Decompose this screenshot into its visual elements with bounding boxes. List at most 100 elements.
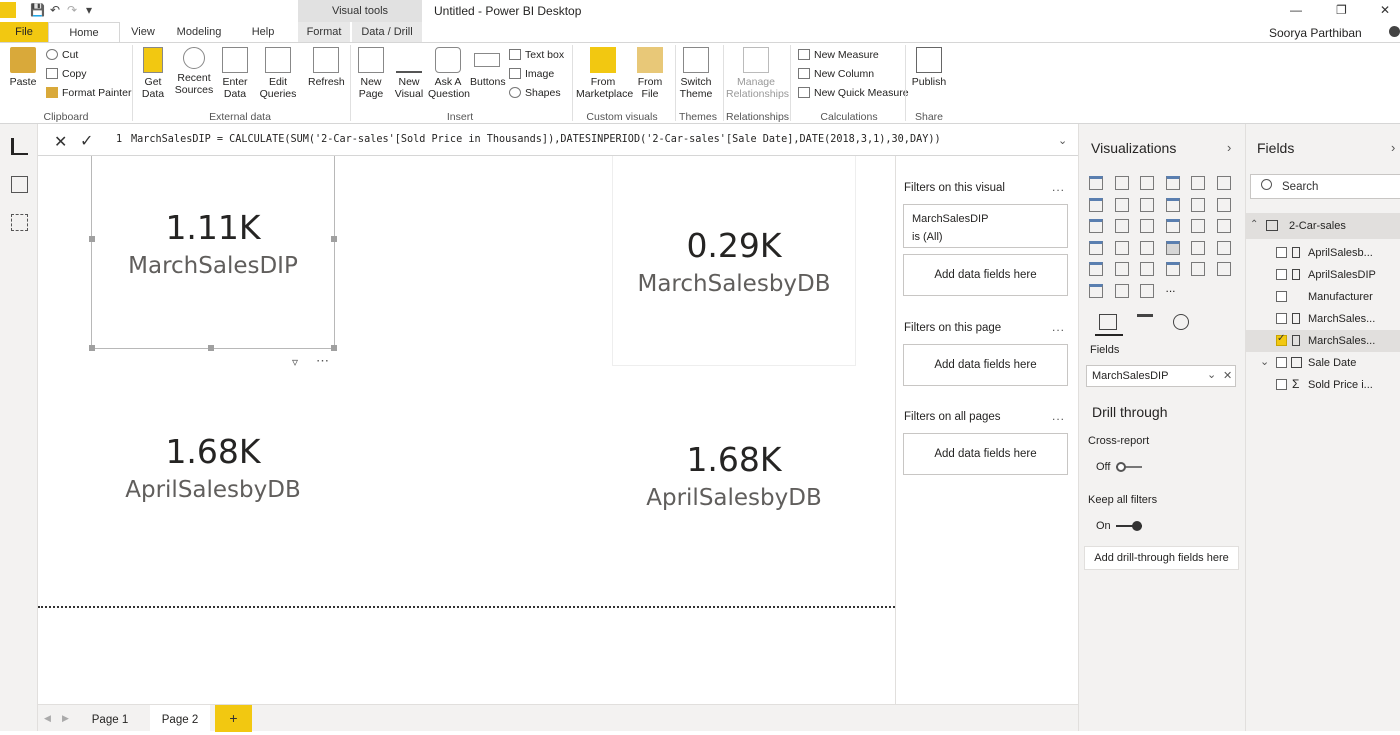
image-button[interactable]: Image [509, 68, 554, 80]
pie-visual-icon[interactable] [1165, 219, 1180, 233]
tab-file[interactable]: File [0, 22, 48, 42]
donut-visual-icon[interactable] [1191, 219, 1205, 233]
keep-filters-toggle[interactable] [1116, 521, 1142, 531]
report-canvas[interactable]: ▿ ⋯ 1.11K MarchSalesDIP 0.29K MarchSales… [38, 156, 895, 704]
copy-button[interactable]: Copy [46, 68, 87, 80]
slicer-visual-icon[interactable] [1089, 262, 1103, 276]
manage-relationships-button[interactable]: Manage Relationships [726, 47, 789, 100]
field-checkbox[interactable] [1276, 357, 1287, 368]
help-icon[interactable] [1389, 26, 1400, 37]
card-visual-icon[interactable] [1165, 240, 1180, 255]
new-measure-button[interactable]: New Measure [798, 49, 879, 61]
field-sold-price[interactable]: Σ Sold Price i... [1246, 374, 1400, 396]
tab-home[interactable]: Home [48, 22, 120, 42]
buttons-button[interactable]: Buttons [470, 47, 506, 88]
funnel-visual-icon[interactable] [1114, 219, 1129, 233]
chevron-up-icon[interactable]: ⌃ [1250, 219, 1258, 230]
scatter-visual-icon[interactable] [1140, 219, 1154, 233]
custom-1-visual-icon[interactable] [1089, 283, 1103, 298]
shapes-button[interactable]: Shapes [509, 87, 561, 99]
cross-report-toggle[interactable] [1116, 462, 1142, 472]
switch-theme-button[interactable]: Switch Theme [678, 47, 714, 100]
line-clustered-visual-icon[interactable] [1191, 197, 1205, 212]
restore-icon[interactable]: ❐ [1336, 3, 1347, 17]
add-visual-filter-well[interactable]: Add data fields here [903, 254, 1068, 296]
close-icon[interactable]: ✕ [1380, 3, 1390, 17]
add-page-filter-well[interactable]: Add data fields here [903, 344, 1068, 386]
more-options-icon[interactable]: ... [1052, 180, 1065, 194]
custom-2-visual-icon[interactable] [1114, 283, 1129, 298]
multirow-card-visual-icon[interactable] [1191, 240, 1205, 255]
field-well-chip[interactable]: MarchSalesDIP ⌄ ✕ [1086, 365, 1236, 387]
model-view-icon[interactable] [11, 214, 28, 231]
text-box-button[interactable]: Text box [509, 49, 564, 61]
gauge-visual-icon[interactable] [1140, 240, 1154, 255]
page-tab-2[interactable]: Page 2 [150, 705, 210, 732]
collapse-pane-icon[interactable]: › [1227, 140, 1231, 155]
field-sale-date[interactable]: ⌄ Sale Date [1246, 352, 1400, 374]
filter-card-march-sales-dip[interactable]: MarchSalesDIP is (All) [903, 204, 1068, 248]
report-view-icon[interactable] [11, 138, 28, 155]
field-april-sales-dip[interactable]: AprilSalesDIP [1246, 264, 1400, 286]
stacked-bar-visual-icon[interactable] [1089, 176, 1103, 190]
tab-data-drill[interactable]: Data / Drill [352, 22, 422, 42]
customize-qa-icon[interactable]: ▾ [86, 3, 92, 17]
add-report-filter-well[interactable]: Add data fields here [903, 433, 1068, 475]
card-april-sales-by-db-2[interactable]: 1.68K AprilSalesbyDB [614, 440, 854, 511]
python-visual-visual-icon[interactable] [1191, 262, 1205, 276]
minimize-icon[interactable]: — [1290, 3, 1302, 17]
analytics-tab-icon[interactable] [1173, 314, 1189, 330]
page-tab-1[interactable]: Page 1 [82, 705, 138, 732]
paste-button[interactable]: Paste [8, 47, 38, 88]
expand-formula-icon[interactable]: ⌄ [1058, 134, 1067, 147]
new-quick-measure-button[interactable]: New Quick Measure [798, 87, 909, 99]
chevron-down-icon[interactable]: ⌄ [1207, 368, 1216, 381]
new-page-button[interactable]: New Page [356, 47, 386, 100]
card-march-sales-by-db[interactable]: 0.29K MarchSalesbyDB [614, 226, 854, 297]
new-column-button[interactable]: New Column [798, 68, 874, 80]
save-icon[interactable]: 💾 [30, 3, 45, 17]
collapse-pane-icon[interactable]: › [1391, 140, 1395, 155]
more-options-icon[interactable]: ... [1052, 409, 1065, 423]
resize-handle[interactable] [208, 345, 214, 351]
waterfall-visual-icon[interactable] [1089, 219, 1103, 233]
fields-tab-icon[interactable] [1099, 314, 1117, 330]
tab-modeling[interactable]: Modeling [172, 22, 226, 42]
area-visual-icon[interactable] [1114, 197, 1129, 212]
resize-handle[interactable] [89, 345, 95, 351]
field-checkbox[interactable] [1276, 291, 1287, 302]
user-name[interactable]: Soorya Parthiban [1269, 26, 1362, 40]
table-visual-icon[interactable] [1114, 262, 1129, 276]
kpi-visual-icon[interactable] [1216, 240, 1231, 255]
more-options-icon[interactable]: ⋯ [316, 353, 329, 369]
next-page-icon[interactable]: ▶ [62, 713, 69, 724]
enter-data-button[interactable]: Enter Data [220, 47, 250, 100]
clustered-bar-visual-icon[interactable] [1140, 176, 1154, 190]
100-bar-visual-icon[interactable] [1191, 176, 1205, 190]
filter-icon[interactable]: ▿ [292, 355, 298, 369]
custom-3-visual-icon[interactable] [1140, 283, 1154, 298]
treemap-visual-icon[interactable] [1216, 219, 1231, 233]
data-view-icon[interactable] [11, 176, 28, 193]
stacked-area-visual-icon[interactable] [1140, 197, 1154, 212]
field-march-sales-by-db[interactable]: MarchSales... [1246, 308, 1400, 330]
field-april-sales-by-db[interactable]: AprilSalesb... [1246, 242, 1400, 264]
edit-queries-button[interactable]: Edit Queries [258, 47, 298, 100]
cut-button[interactable]: Cut [46, 49, 78, 61]
from-file-button[interactable]: From File [634, 47, 666, 100]
field-checkbox[interactable] [1276, 379, 1287, 390]
r-visual-visual-icon[interactable] [1165, 262, 1180, 276]
new-visual-button[interactable]: New Visual [394, 47, 424, 100]
chevron-down-icon[interactable]: ⌄ [1260, 355, 1269, 368]
refresh-button[interactable]: Refresh [308, 47, 345, 88]
prev-page-icon[interactable]: ◀ [44, 713, 51, 724]
key-influencers-visual-icon[interactable] [1216, 262, 1231, 276]
undo-icon[interactable]: ↶ [50, 3, 60, 17]
filled-map-visual-icon[interactable] [1114, 240, 1129, 255]
dax-formula-input[interactable]: MarchSalesDIP = CALCULATE(SUM('2-Car-sal… [131, 134, 941, 145]
tab-view[interactable]: View [124, 22, 162, 42]
resize-handle[interactable] [331, 345, 337, 351]
stacked-column-visual-icon[interactable] [1114, 176, 1129, 190]
remove-field-icon[interactable]: ✕ [1223, 369, 1232, 382]
table-node-2-car-sales[interactable]: ⌃ 2-Car-sales [1246, 213, 1400, 239]
